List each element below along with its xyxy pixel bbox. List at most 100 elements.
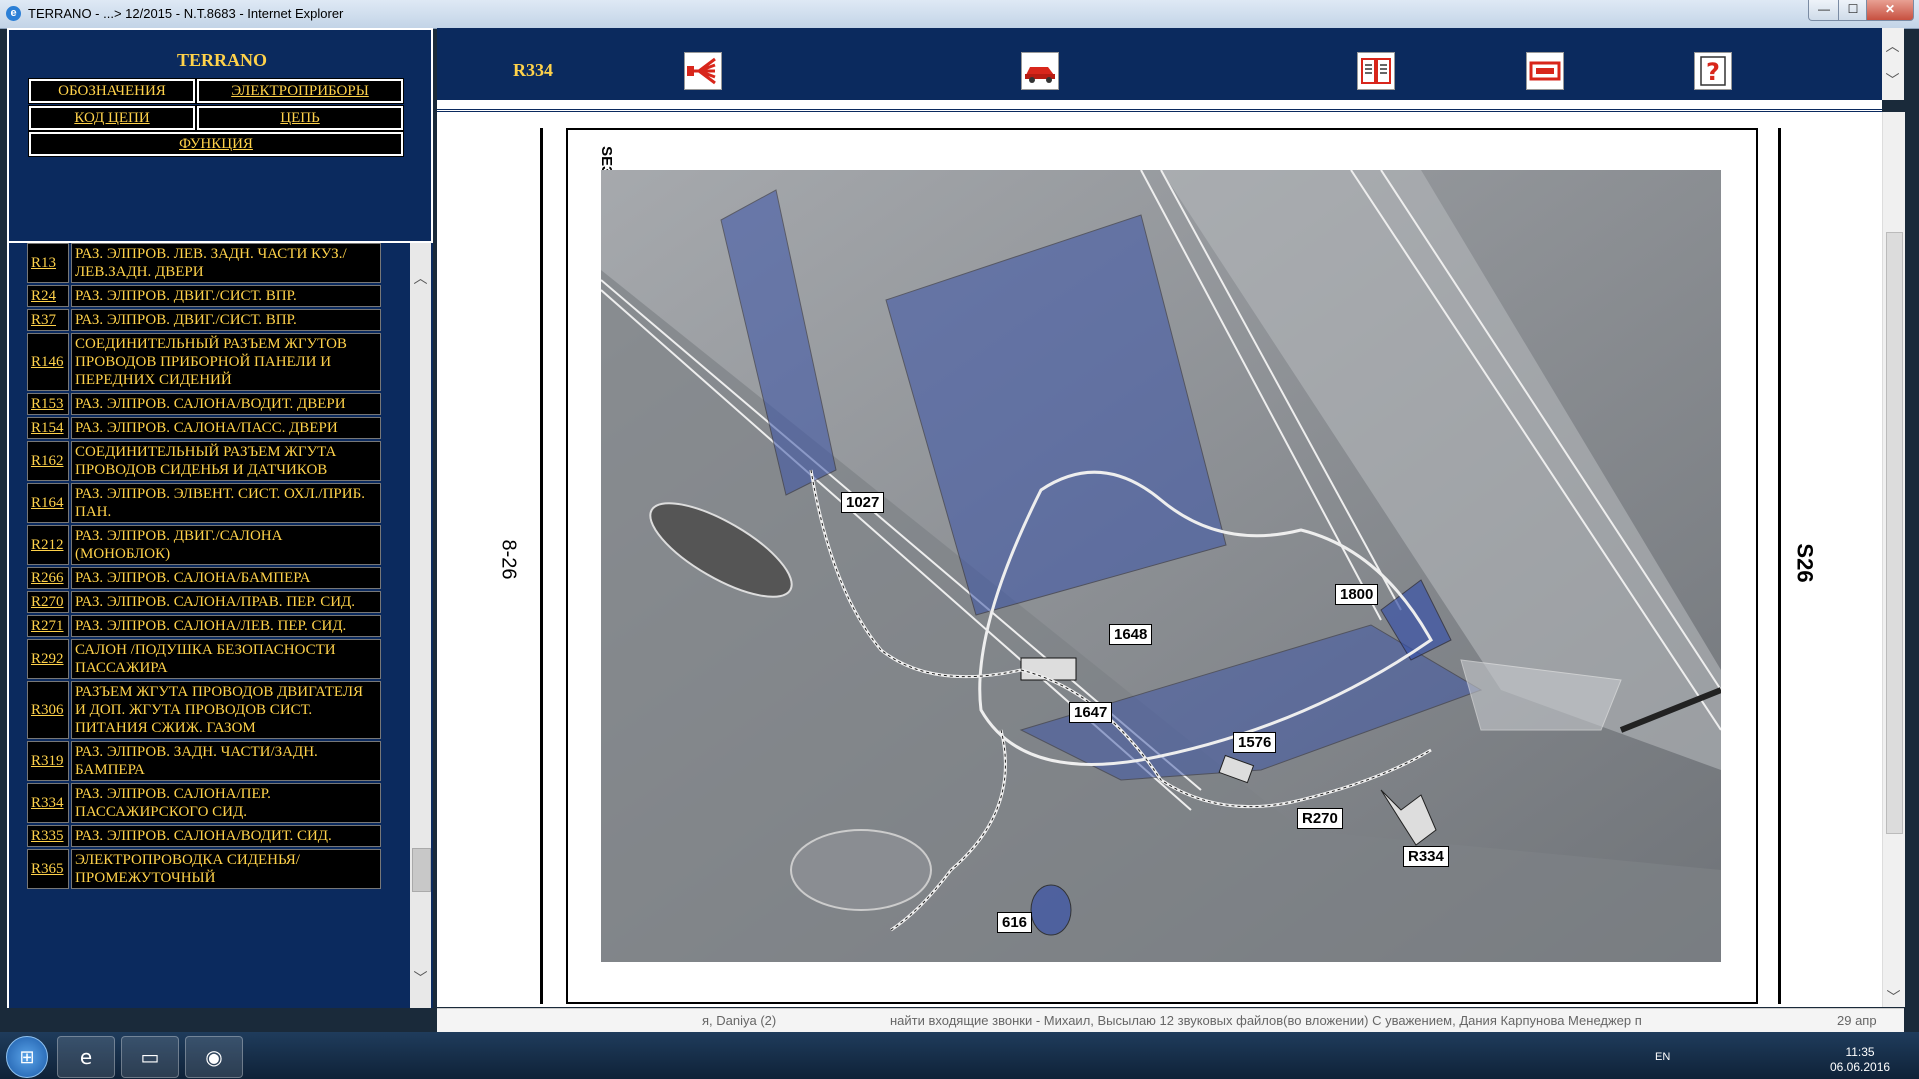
- ie-taskbar-icon[interactable]: e: [57, 1036, 115, 1078]
- connector-description: РАЗ. ЭЛПРОВ. САЛОНА/ПЕР. ПАССАЖИРСКОГО С…: [71, 783, 381, 823]
- maximize-button[interactable]: ☐: [1838, 0, 1868, 21]
- connector-row[interactable]: R13 РАЗ. ЭЛПРОВ. ЛЕВ. ЗАДН. ЧАСТИ КУЗ./ЛЕ…: [27, 243, 383, 283]
- connector-row[interactable]: R292 САЛОН /ПОДУШКА БЕЗОПАСНОСТИ ПАССАЖИР…: [27, 639, 383, 679]
- scroll-up-icon[interactable]: ︿: [410, 268, 431, 288]
- connector-description: РАЗ. ЭЛПРОВ. ЛЕВ. ЗАДН. ЧАСТИ КУЗ./ЛЕВ.З…: [71, 243, 381, 283]
- connector-label-1800[interactable]: 1800: [1335, 584, 1379, 605]
- connector-code-link[interactable]: R24: [27, 285, 69, 307]
- wiring-icon[interactable]: [684, 52, 722, 90]
- window-titlebar: e TERRANO - ...> 12/2015 - N.T.8683 - In…: [0, 0, 1919, 29]
- start-button[interactable]: ⊞: [6, 1036, 48, 1078]
- connector-code-link[interactable]: R319: [27, 741, 69, 781]
- connector-description: РАЗ. ЭЛПРОВ. ДВИГ./САЛОНА (МОНОБЛОК): [71, 525, 381, 565]
- connector-icon[interactable]: [1526, 52, 1564, 90]
- connector-row[interactable]: R154 РАЗ. ЭЛПРОВ. САЛОНА/ПАСС. ДВЕРИ: [27, 417, 383, 439]
- connector-description: РАЗ. ЭЛПРОВ. ЭЛВЕНТ. СИСТ. ОХЛ./ПРИБ. ПА…: [71, 483, 381, 523]
- nav-designations-button[interactable]: ОБОЗНАЧЕНИЯ: [28, 78, 196, 104]
- help-icon[interactable]: ?: [1694, 52, 1732, 90]
- connector-row[interactable]: R266 РАЗ. ЭЛПРОВ. САЛОНА/БАМПЕРА: [27, 567, 383, 589]
- email-date: 29 апр: [1837, 1013, 1877, 1028]
- book-icon[interactable]: [1357, 52, 1395, 90]
- connector-row[interactable]: R335 РАЗ. ЭЛПРОВ. САЛОНА/ВОДИТ. СИД.: [27, 825, 383, 847]
- connector-description: РАЗ. ЭЛПРОВ. ЗАДН. ЧАСТИ/ЗАДН. БАМПЕРА: [71, 741, 381, 781]
- document-scrollbar[interactable]: ﹀: [1882, 112, 1905, 1007]
- scroll-down-icon[interactable]: ﹀: [1882, 70, 1903, 90]
- toolbar: [437, 28, 1882, 100]
- connector-code-link[interactable]: R270: [27, 591, 69, 613]
- connector-row[interactable]: R212 РАЗ. ЭЛПРОВ. ДВИГ./САЛОНА (МОНОБЛОК): [27, 525, 383, 565]
- scroll-up-icon[interactable]: ︿: [1882, 36, 1903, 56]
- connector-row[interactable]: R334 РАЗ. ЭЛПРОВ. САЛОНА/ПЕР. ПАССАЖИРСКО…: [27, 783, 383, 823]
- scroll-down-icon[interactable]: ﹀: [410, 968, 431, 988]
- close-button[interactable]: ✕: [1866, 0, 1914, 21]
- page-number: 8-26: [497, 539, 520, 580]
- connector-row[interactable]: R162 СОЕДИНИТЕЛЬНЫЙ РАЗЪЕМ ЖГУТА ПРОВОДОВ…: [27, 441, 383, 481]
- nav-circuit-button[interactable]: ЦЕПЬ: [196, 105, 404, 131]
- figure-illustration: [601, 170, 1721, 962]
- list-scroll-thumb[interactable]: [412, 848, 431, 892]
- connector-code-link[interactable]: R162: [27, 441, 69, 481]
- connector-label-R270[interactable]: R270: [1297, 808, 1343, 829]
- connector-list: R13 РАЗ. ЭЛПРОВ. ЛЕВ. ЗАДН. ЧАСТИ КУЗ./ЛЕ…: [27, 243, 383, 891]
- nav-panel: TERRANO ОБОЗНАЧЕНИЯ ЭЛЕКТРОПРИБОРЫ КОД Ц…: [7, 28, 433, 243]
- connector-description: ЭЛЕКТРОПРОВОДКА СИДЕНЬЯ/ПРОМЕЖУТОЧНЫЙ: [71, 849, 381, 889]
- connector-code-link[interactable]: R271: [27, 615, 69, 637]
- connector-description: РАЗ. ЭЛПРОВ. ДВИГ./СИСТ. ВПР.: [71, 309, 381, 331]
- connector-label-R334[interactable]: R334: [1403, 846, 1449, 867]
- scroll-down-icon[interactable]: ﹀: [1883, 987, 1904, 1007]
- folder-taskbar-icon[interactable]: ▭: [121, 1036, 179, 1078]
- connector-code-link[interactable]: R335: [27, 825, 69, 847]
- connector-row[interactable]: R306 РАЗЪЕМ ЖГУТА ПРОВОДОВ ДВИГАТЕЛЯ И ДО…: [27, 681, 383, 739]
- connector-code-link[interactable]: R306: [27, 681, 69, 739]
- connector-row[interactable]: R24 РАЗ. ЭЛПРОВ. ДВИГ./СИСТ. ВПР.: [27, 285, 383, 307]
- nav-function-button[interactable]: ФУНКЦИЯ: [28, 131, 404, 157]
- connector-code-link[interactable]: R153: [27, 393, 69, 415]
- car-icon[interactable]: [1021, 52, 1059, 90]
- minimize-button[interactable]: —: [1808, 0, 1840, 21]
- taskbar: ⊞ e ▭ ◉ EN 11:35 06.06.2016: [0, 1032, 1919, 1079]
- connector-code-link[interactable]: R334: [27, 783, 69, 823]
- connector-row[interactable]: R37 РАЗ. ЭЛПРОВ. ДВИГ./СИСТ. ВПР.: [27, 309, 383, 331]
- connector-row[interactable]: R319 РАЗ. ЭЛПРОВ. ЗАДН. ЧАСТИ/ЗАДН. БАМПЕ…: [27, 741, 383, 781]
- connector-row[interactable]: R270 РАЗ. ЭЛПРОВ. САЛОНА/ПРАВ. ПЕР. СИД.: [27, 591, 383, 613]
- connector-label-1576[interactable]: 1576: [1233, 732, 1277, 753]
- connector-row[interactable]: R365 ЭЛЕКТРОПРОВОДКА СИДЕНЬЯ/ПРОМЕЖУТОЧНЫ…: [27, 849, 383, 889]
- connector-row[interactable]: R164 РАЗ. ЭЛПРОВ. ЭЛВЕНТ. СИСТ. ОХЛ./ПРИБ…: [27, 483, 383, 523]
- connector-code-link[interactable]: R266: [27, 567, 69, 589]
- connector-code-link[interactable]: R37: [27, 309, 69, 331]
- nav-electrical-devices-button[interactable]: ЭЛЕКТРОПРИБОРЫ: [196, 78, 404, 104]
- connector-row[interactable]: R153 РАЗ. ЭЛПРОВ. САЛОНА/ВОДИТ. ДВЕРИ: [27, 393, 383, 415]
- connector-code-link[interactable]: R164: [27, 483, 69, 523]
- connector-description: СОЕДИНИТЕЛЬНЫЙ РАЗЪЕМ ЖГУТОВ ПРОВОДОВ ПР…: [71, 333, 381, 391]
- connector-label-1647[interactable]: 1647: [1069, 702, 1113, 723]
- language-indicator[interactable]: EN: [1655, 1051, 1670, 1063]
- connector-code-link[interactable]: R146: [27, 333, 69, 391]
- email-preview: найти входящие звонки - Михаил, Высылаю …: [890, 1013, 1642, 1028]
- connector-code-link[interactable]: R365: [27, 849, 69, 889]
- connector-code-link[interactable]: R212: [27, 525, 69, 565]
- connector-id-label: R334: [513, 60, 553, 80]
- section-code: S26: [1792, 543, 1818, 583]
- connector-code-link[interactable]: R13: [27, 243, 69, 283]
- list-scrollbar[interactable]: ︿ ﹀: [410, 243, 431, 1008]
- svg-text:?: ?: [1706, 58, 1720, 86]
- connector-code-link[interactable]: R154: [27, 417, 69, 439]
- connector-description: РАЗ. ЭЛПРОВ. САЛОНА/ПАСС. ДВЕРИ: [71, 417, 381, 439]
- left-rule: [540, 128, 543, 1004]
- document-scroll-thumb[interactable]: [1886, 232, 1903, 834]
- connector-label-1648[interactable]: 1648: [1109, 624, 1153, 645]
- wiring-location-figure: 1027 1800 1648 1647 1576 R270 R334 616: [601, 170, 1721, 962]
- clock[interactable]: 11:35 06.06.2016: [1830, 1045, 1890, 1075]
- connector-code-link[interactable]: R292: [27, 639, 69, 679]
- connector-label-616[interactable]: 616: [997, 912, 1033, 933]
- connector-row[interactable]: R271 РАЗ. ЭЛПРОВ. САЛОНА/ЛЕВ. ПЕР. СИД.: [27, 615, 383, 637]
- nav-circuit-code-button[interactable]: КОД ЦЕПИ: [28, 105, 196, 131]
- connector-row[interactable]: R146 СОЕДИНИТЕЛЬНЫЙ РАЗЪЕМ ЖГУТОВ ПРОВОДО…: [27, 333, 383, 391]
- connector-label-1027[interactable]: 1027: [841, 492, 885, 513]
- toolbar-scrollbar[interactable]: ︿ ﹀: [1882, 28, 1904, 100]
- chrome-taskbar-icon[interactable]: ◉: [185, 1036, 243, 1078]
- window-title: TERRANO - ...> 12/2015 - N.T.8683 - Inte…: [28, 6, 344, 21]
- connector-description: РАЗ. ЭЛПРОВ. САЛОНА/ПРАВ. ПЕР. СИД.: [71, 591, 381, 613]
- connector-description: РАЗЪЕМ ЖГУТА ПРОВОДОВ ДВИГАТЕЛЯ И ДОП. Ж…: [71, 681, 381, 739]
- right-rule: [1778, 128, 1781, 1004]
